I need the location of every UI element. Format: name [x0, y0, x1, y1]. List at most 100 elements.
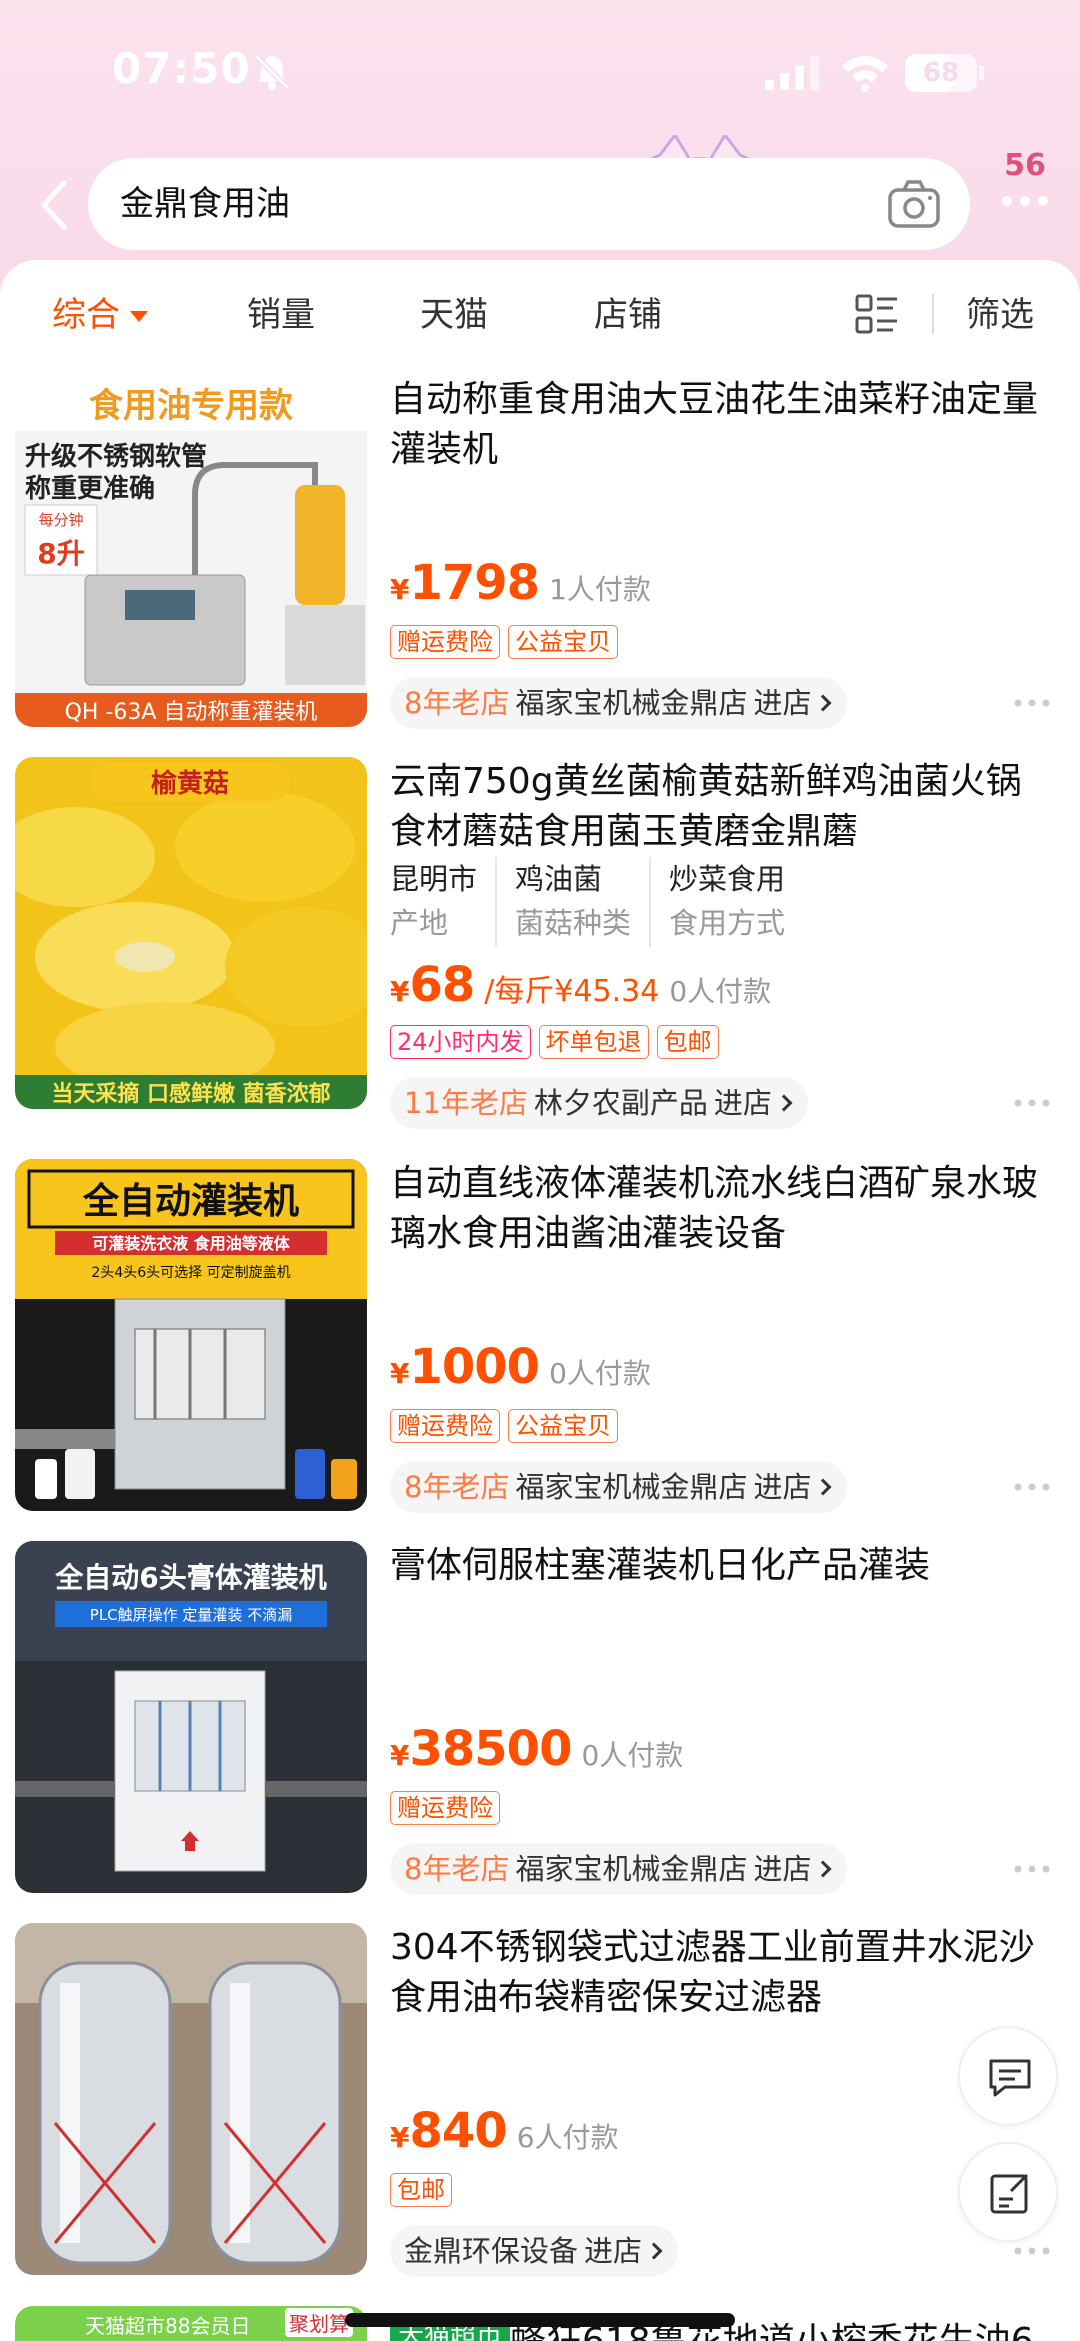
price-row: ¥38500 0人付款 — [390, 1721, 684, 1777]
battery-text: 68 — [922, 58, 960, 88]
tag-list: 包邮 — [390, 2173, 460, 2207]
feedback-button[interactable] — [958, 2142, 1058, 2242]
more-dots-icon — [1002, 196, 1048, 206]
svg-text:当天采摘 口感鲜嫩 菌香浓郁: 当天采摘 口感鲜嫩 菌香浓郁 — [51, 1081, 330, 1107]
svg-text:8升: 8升 — [37, 537, 84, 570]
svg-text:全自动灌装机: 全自动灌装机 — [82, 1180, 299, 1222]
sold-count: 0人付款 — [669, 975, 772, 1008]
more-menu-button[interactable]: 56 — [990, 148, 1060, 218]
more-options-icon[interactable] — [1012, 697, 1052, 709]
edit-note-icon — [990, 2173, 1029, 2214]
price-row: ¥1000 0人付款 — [390, 1339, 651, 1395]
tag: 包邮 — [656, 1025, 719, 1059]
product-title[interactable]: 膏体伺服柱塞灌装机日化产品灌装 — [390, 1541, 1050, 1641]
more-options-icon[interactable] — [1012, 2245, 1052, 2257]
chevron-right-icon — [814, 1860, 832, 1878]
shop-link[interactable]: 金鼎环保设备 进店 — [390, 2225, 679, 2277]
more-options-icon[interactable] — [1012, 1863, 1052, 1875]
sold-count: 1人付款 — [549, 573, 651, 606]
svg-text:QH -63A 自动称重灌装机: QH -63A 自动称重灌装机 — [65, 700, 318, 725]
product-image[interactable]: 榆黄菇 当天采摘 口感鲜嫩 菌香浓郁 — [15, 757, 367, 1109]
filter-button[interactable]: 筛选 — [966, 290, 1034, 340]
tab-comprehensive[interactable]: 综合 — [52, 290, 148, 340]
unit-price: /每斤¥45.34 — [484, 974, 660, 1009]
more-options-icon[interactable] — [1012, 1481, 1052, 1493]
svg-text:可灌装洗衣液 食用油等液体: 可灌装洗衣液 食用油等液体 — [92, 1234, 291, 1253]
chat-icon — [989, 2059, 1031, 2097]
product-title[interactable]: 云南750g黄丝菌榆黄菇新鲜鸡油菌火锅食材蘑菇食用菌玉黄磨金鼎蘑 — [390, 757, 1050, 857]
tab-comprehensive-label: 综合 — [52, 295, 120, 335]
svg-text:称重更准确: 称重更准确 — [25, 473, 155, 504]
battery-indicator: 68 — [905, 54, 984, 92]
product-card[interactable]: 榆黄菇 当天采摘 口感鲜嫩 菌香浓郁 云南750g黄丝菌榆黄菇新鲜鸡油菌火锅食材… — [0, 757, 1080, 1139]
product-price: 68 — [409, 957, 475, 1013]
customer-service-button[interactable] — [958, 2026, 1058, 2126]
list-layout-icon[interactable] — [855, 294, 899, 334]
svg-text:全自动6头膏体灌装机: 全自动6头膏体灌装机 — [54, 1561, 326, 1594]
product-price: 1798 — [409, 555, 540, 611]
product-title[interactable]: 304不锈钢袋式过滤器工业前置井水泥沙食用油布袋精密保安过滤器 — [390, 1923, 1050, 2023]
product-title[interactable]: 自动直线液体灌装机流水线白酒矿泉水玻璃水食用油酱油灌装设备 — [390, 1159, 1050, 1259]
image-banner-text: 食用油专用款 — [89, 386, 293, 426]
tag: 公益宝贝 — [508, 625, 618, 659]
cellular-signal-icon — [765, 56, 819, 90]
product-price: 1000 — [409, 1339, 540, 1395]
tab-stores[interactable]: 店铺 — [594, 290, 662, 340]
attribute-item: 昆明市 产地 — [390, 862, 478, 940]
svg-text:每分钟: 每分钟 — [38, 511, 83, 529]
tab-sales[interactable]: 销量 — [247, 290, 315, 340]
status-bar: 07:50 68 — [0, 0, 1080, 140]
chevron-right-icon — [814, 1478, 832, 1496]
product-card[interactable]: 全自动6头膏体灌装机 PLC触屏操作 定量灌装 不滴漏 膏体伺服柱塞灌装机日化产… — [0, 1541, 1080, 1923]
svg-text:升级不锈钢软管: 升级不锈钢软管 — [25, 441, 207, 472]
more-options-icon[interactable] — [1012, 1097, 1052, 1109]
search-input[interactable]: 金鼎食用油 — [88, 158, 970, 250]
product-card[interactable]: 食用油专用款 升级不锈钢软管 称重更准确 每分钟 8升 QH -63A 自动称重… — [0, 375, 1080, 757]
sold-count: 6人付款 — [516, 2121, 619, 2154]
tab-tmall[interactable]: 天猫 — [420, 290, 488, 340]
search-query-text: 金鼎食用油 — [120, 184, 290, 224]
shop-link[interactable]: 8年老店 福家宝机械金鼎店 进店 — [390, 677, 848, 729]
camera-icon[interactable] — [886, 176, 942, 232]
sold-count: 0人付款 — [549, 1357, 651, 1390]
price-row: ¥840 6人付款 — [390, 2103, 619, 2159]
sold-count: 0人付款 — [581, 1739, 684, 1772]
back-button[interactable] — [30, 175, 80, 235]
product-card[interactable]: 304不锈钢袋式过滤器工业前置井水泥沙食用油布袋精密保安过滤器 ¥840 6人付款… — [0, 1923, 1080, 2305]
product-image[interactable]: 天猫超市88会员日 聚划算 — [15, 2306, 367, 2341]
product-price: 38500 — [409, 1721, 572, 1777]
tag: 公益宝贝 — [508, 1409, 618, 1443]
shop-link[interactable]: 11年老店 林夕农副产品 进店 — [390, 1077, 808, 1129]
chevron-right-icon — [814, 694, 832, 712]
bell-muted-icon — [253, 53, 291, 91]
caret-down-icon — [130, 311, 148, 322]
product-card[interactable]: 全自动灌装机 可灌装洗衣液 食用油等液体 2头4头6头可选择 可定制旋盖机 自动… — [0, 1159, 1080, 1541]
shop-link[interactable]: 8年老店 福家宝机械金鼎店 进店 — [390, 1843, 848, 1895]
price-row: ¥1798 1人付款 — [390, 555, 651, 611]
tag: 坏单包退 — [538, 1025, 649, 1059]
tag-list: 赠运费险 — [390, 1791, 508, 1825]
svg-text:榆黄菇: 榆黄菇 — [151, 768, 229, 799]
sort-divider — [932, 294, 934, 334]
tag: 赠运费险 — [390, 1791, 500, 1825]
product-image[interactable]: 全自动6头膏体灌装机 PLC触屏操作 定量灌装 不滴漏 — [15, 1541, 367, 1893]
product-attributes: 昆明市 产地 鸡油菌 菌菇种类 炒菜食用 食用方式 — [390, 857, 803, 947]
product-title[interactable]: 自动称重食用油大豆油花生油菜籽油定量灌装机 — [390, 375, 1050, 475]
product-image[interactable]: 全自动灌装机 可灌装洗衣液 食用油等液体 2头4头6头可选择 可定制旋盖机 — [15, 1159, 367, 1511]
svg-text:2头4头6头可选择 可定制旋盖机: 2头4头6头可选择 可定制旋盖机 — [91, 1265, 290, 1281]
product-image[interactable] — [15, 1923, 367, 2275]
shop-link[interactable]: 8年老店 福家宝机械金鼎店 进店 — [390, 1461, 848, 1513]
attribute-item: 鸡油菌 菌菇种类 — [495, 857, 649, 947]
tag: 24小时内发 — [390, 1025, 531, 1059]
chevron-right-icon — [645, 2242, 663, 2260]
attribute-item: 炒菜食用 食用方式 — [649, 857, 803, 947]
status-time: 07:50 — [112, 44, 251, 93]
product-image[interactable]: 食用油专用款 升级不锈钢软管 称重更准确 每分钟 8升 QH -63A 自动称重… — [15, 375, 367, 727]
notification-count-badge: 56 — [1004, 148, 1046, 183]
chevron-right-icon — [775, 1094, 793, 1112]
product-price: 840 — [409, 2103, 507, 2159]
tag-list: 赠运费险 公益宝贝 — [390, 1409, 626, 1443]
home-indicator[interactable] — [345, 2313, 735, 2327]
tag: 包邮 — [390, 2173, 452, 2207]
svg-text:PLC触屏操作 定量灌装 不滴漏: PLC触屏操作 定量灌装 不滴漏 — [90, 1606, 292, 1624]
